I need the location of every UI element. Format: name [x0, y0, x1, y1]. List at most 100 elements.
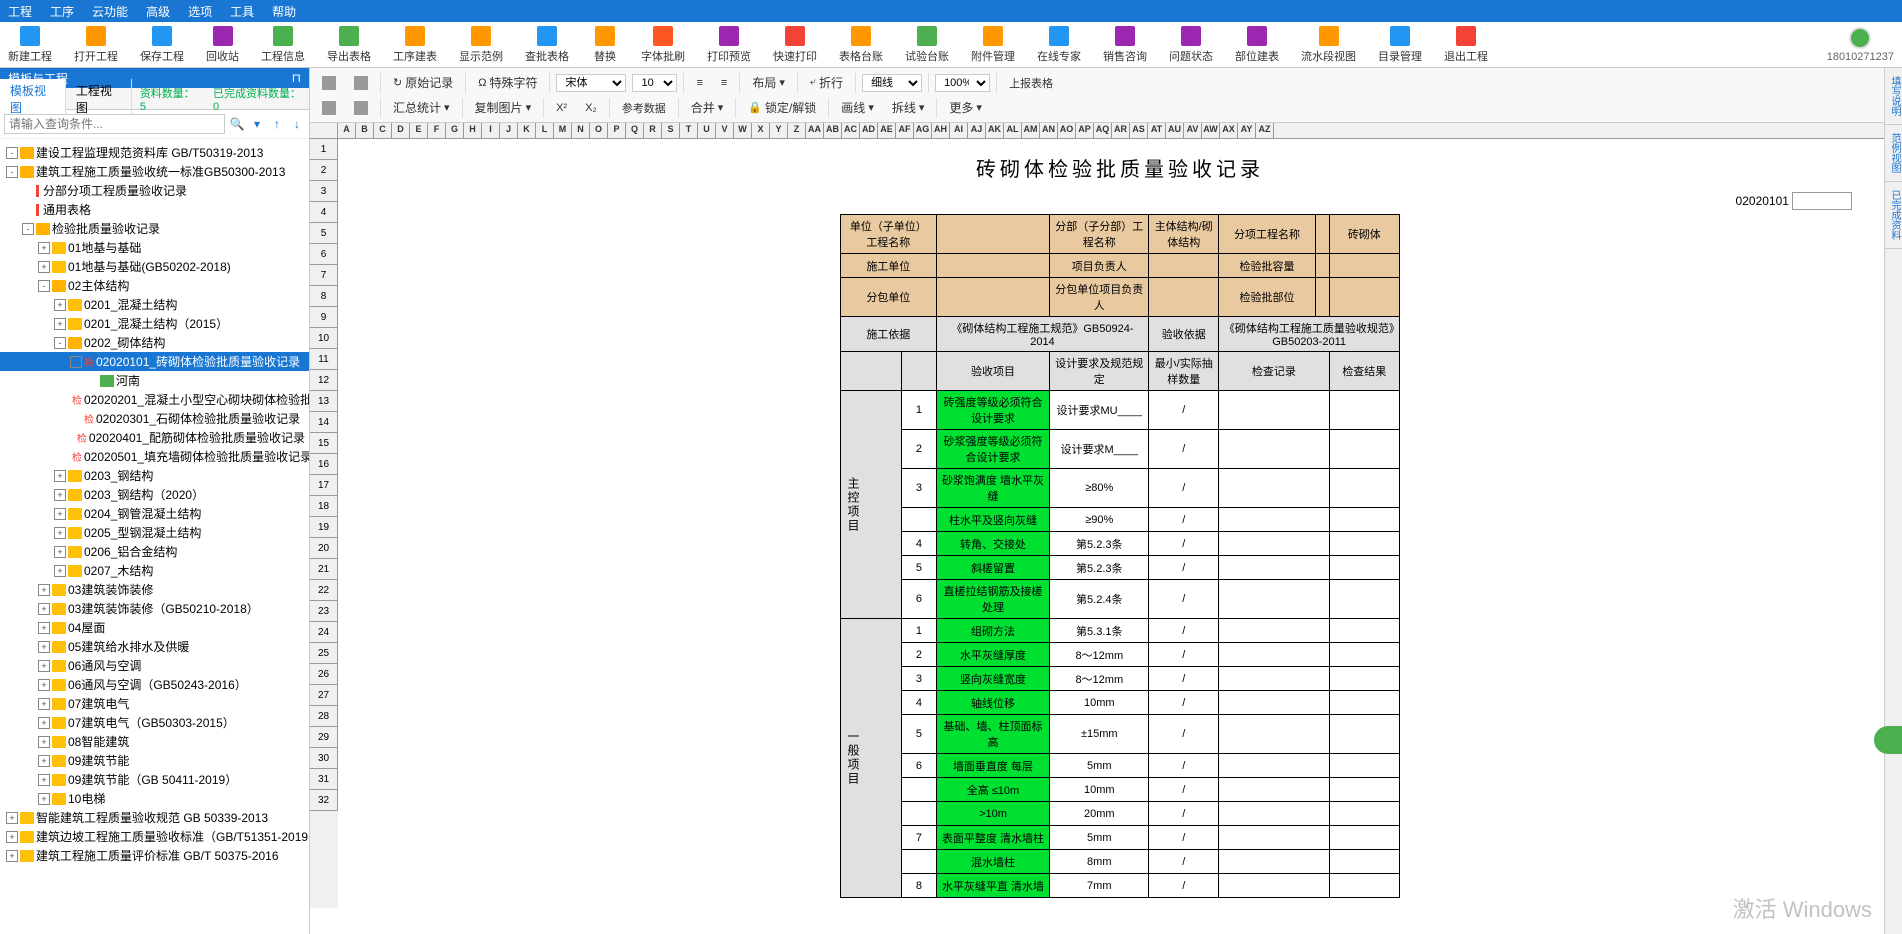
expand-icon[interactable]: + — [38, 717, 50, 729]
expand-icon[interactable]: + — [38, 622, 50, 634]
clear-icon[interactable]: ▾ — [249, 116, 265, 132]
expand-icon[interactable]: - — [70, 356, 82, 368]
fab-button[interactable] — [1874, 726, 1902, 754]
more-button[interactable]: 更多 ▾ — [943, 97, 988, 118]
tb-工程信息[interactable]: 工程信息 — [261, 26, 305, 64]
expand-icon[interactable]: - — [6, 147, 18, 159]
tb-保存工程[interactable]: 保存工程 — [140, 26, 184, 64]
col-header[interactable]: V — [716, 123, 734, 138]
col-header[interactable]: O — [590, 123, 608, 138]
col-header[interactable]: AX — [1220, 123, 1238, 138]
row-header[interactable]: 19 — [310, 517, 338, 538]
tree-node[interactable]: +01地基与基础 — [0, 238, 309, 257]
tree-node[interactable]: +0207_木结构 — [0, 561, 309, 580]
col-header[interactable]: AP — [1076, 123, 1094, 138]
tb-在线专家[interactable]: 在线专家 — [1037, 26, 1081, 64]
tree-node[interactable]: +04屋面 — [0, 618, 309, 637]
expand-icon[interactable]: + — [6, 831, 18, 843]
col-header[interactable]: AY — [1238, 123, 1256, 138]
row-header[interactable]: 2 — [310, 160, 338, 181]
tb-替换[interactable]: 替换 — [591, 26, 619, 64]
row-header[interactable]: 20 — [310, 538, 338, 559]
row-header[interactable]: 26 — [310, 664, 338, 685]
tree-node[interactable]: +0206_铝合金结构 — [0, 542, 309, 561]
col-header[interactable]: L — [536, 123, 554, 138]
tb-新建工程[interactable]: 新建工程 — [8, 26, 52, 64]
row-header[interactable]: 3 — [310, 181, 338, 202]
col-header[interactable]: T — [680, 123, 698, 138]
merge-button[interactable]: 合并 ▾ — [685, 97, 730, 118]
copy-icon[interactable] — [316, 99, 342, 117]
row-header[interactable]: 24 — [310, 622, 338, 643]
menu-工程[interactable]: 工程 — [8, 3, 32, 20]
col-header[interactable]: AF — [896, 123, 914, 138]
row-header[interactable]: 22 — [310, 580, 338, 601]
tree-node[interactable]: +06通风与空调 — [0, 656, 309, 675]
tree-node[interactable]: +01地基与基础(GB50202-2018) — [0, 257, 309, 276]
col-header[interactable]: R — [644, 123, 662, 138]
side-tab[interactable]: 填写说明 — [1885, 68, 1902, 125]
tree-node[interactable]: +07建筑电气 — [0, 694, 309, 713]
row-header[interactable]: 18 — [310, 496, 338, 517]
layout-button[interactable]: 布局 ▾ — [746, 72, 791, 93]
tb-销售咨询[interactable]: 销售咨询 — [1103, 26, 1147, 64]
tb-工序建表[interactable]: 工序建表 — [393, 26, 437, 64]
col-header[interactable]: AG — [914, 123, 932, 138]
expand-icon[interactable]: - — [38, 280, 50, 292]
row-header[interactable]: 28 — [310, 706, 338, 727]
col-header[interactable]: AU — [1166, 123, 1184, 138]
tb-快速打印[interactable]: 快速打印 — [773, 26, 817, 64]
col-header[interactable]: AW — [1202, 123, 1220, 138]
tb-字体批刷[interactable]: 字体批刷 — [641, 26, 685, 64]
row-header[interactable]: 10 — [310, 328, 338, 349]
upload-button[interactable]: 上报表格 — [1003, 73, 1059, 93]
drawline-button[interactable]: 画线 ▾ — [835, 97, 880, 118]
tree-node[interactable]: -建筑工程施工质量验收统一标准GB50300-2013 — [0, 162, 309, 181]
align-center-icon[interactable]: ≡ — [715, 75, 733, 91]
tree-node[interactable]: -检验批质量验收记录 — [0, 219, 309, 238]
expand-icon[interactable]: + — [6, 812, 18, 824]
tree-node[interactable]: +03建筑装饰装修 — [0, 580, 309, 599]
col-header[interactable]: E — [410, 123, 428, 138]
zoom-select[interactable]: 100% — [935, 74, 990, 92]
tree-node[interactable]: +06通风与空调（GB50243-2016） — [0, 675, 309, 694]
col-header[interactable]: AS — [1130, 123, 1148, 138]
col-header[interactable]: P — [608, 123, 626, 138]
expand-icon[interactable]: - — [54, 337, 66, 349]
tb-回收站[interactable]: 回收站 — [206, 26, 239, 64]
tree-node[interactable]: -建设工程监理规范资料库 GB/T50319-2013 — [0, 143, 309, 162]
tree-node[interactable]: 检02020501_填充墙砌体检验批质量验收记录 — [0, 447, 309, 466]
expand-icon[interactable]: + — [6, 850, 18, 862]
menu-帮助[interactable]: 帮助 — [272, 3, 296, 20]
expand-icon[interactable]: + — [54, 318, 66, 330]
expand-icon[interactable]: + — [54, 546, 66, 558]
expand-icon[interactable]: + — [54, 527, 66, 539]
search-input[interactable] — [4, 114, 225, 134]
line-select[interactable]: 细线 — [862, 74, 922, 92]
col-header[interactable]: I — [482, 123, 500, 138]
splitline-button[interactable]: 拆线 ▾ — [886, 97, 931, 118]
expand-icon[interactable]: + — [38, 755, 50, 767]
expand-icon[interactable]: + — [54, 565, 66, 577]
expand-icon[interactable]: - — [6, 166, 18, 178]
expand-icon[interactable]: + — [54, 470, 66, 482]
sub-icon[interactable]: X₂ — [579, 100, 603, 116]
tb-查批表格[interactable]: 查批表格 — [525, 26, 569, 64]
tree-node[interactable]: +10电梯 — [0, 789, 309, 808]
expand-icon[interactable]: + — [38, 698, 50, 710]
col-header[interactable]: AD — [860, 123, 878, 138]
tree-node[interactable]: +08智能建筑 — [0, 732, 309, 751]
col-header[interactable]: AA — [806, 123, 824, 138]
search-icon[interactable]: 🔍 — [229, 116, 245, 132]
tb-表格台账[interactable]: 表格台账 — [839, 26, 883, 64]
menu-云功能[interactable]: 云功能 — [92, 3, 128, 20]
tree-node[interactable]: +建筑工程施工质量评价标准 GB/T 50375-2016 — [0, 846, 309, 865]
col-header[interactable]: AE — [878, 123, 896, 138]
col-header[interactable]: B — [356, 123, 374, 138]
expand-icon[interactable]: + — [38, 793, 50, 805]
original-button[interactable]: ↻ 原始记录 — [387, 72, 459, 93]
row-header[interactable]: 1 — [310, 139, 338, 160]
col-header[interactable]: AJ — [968, 123, 986, 138]
tree-node[interactable]: +0203_钢结构 — [0, 466, 309, 485]
side-tab[interactable]: 已完成资料 — [1885, 182, 1902, 249]
